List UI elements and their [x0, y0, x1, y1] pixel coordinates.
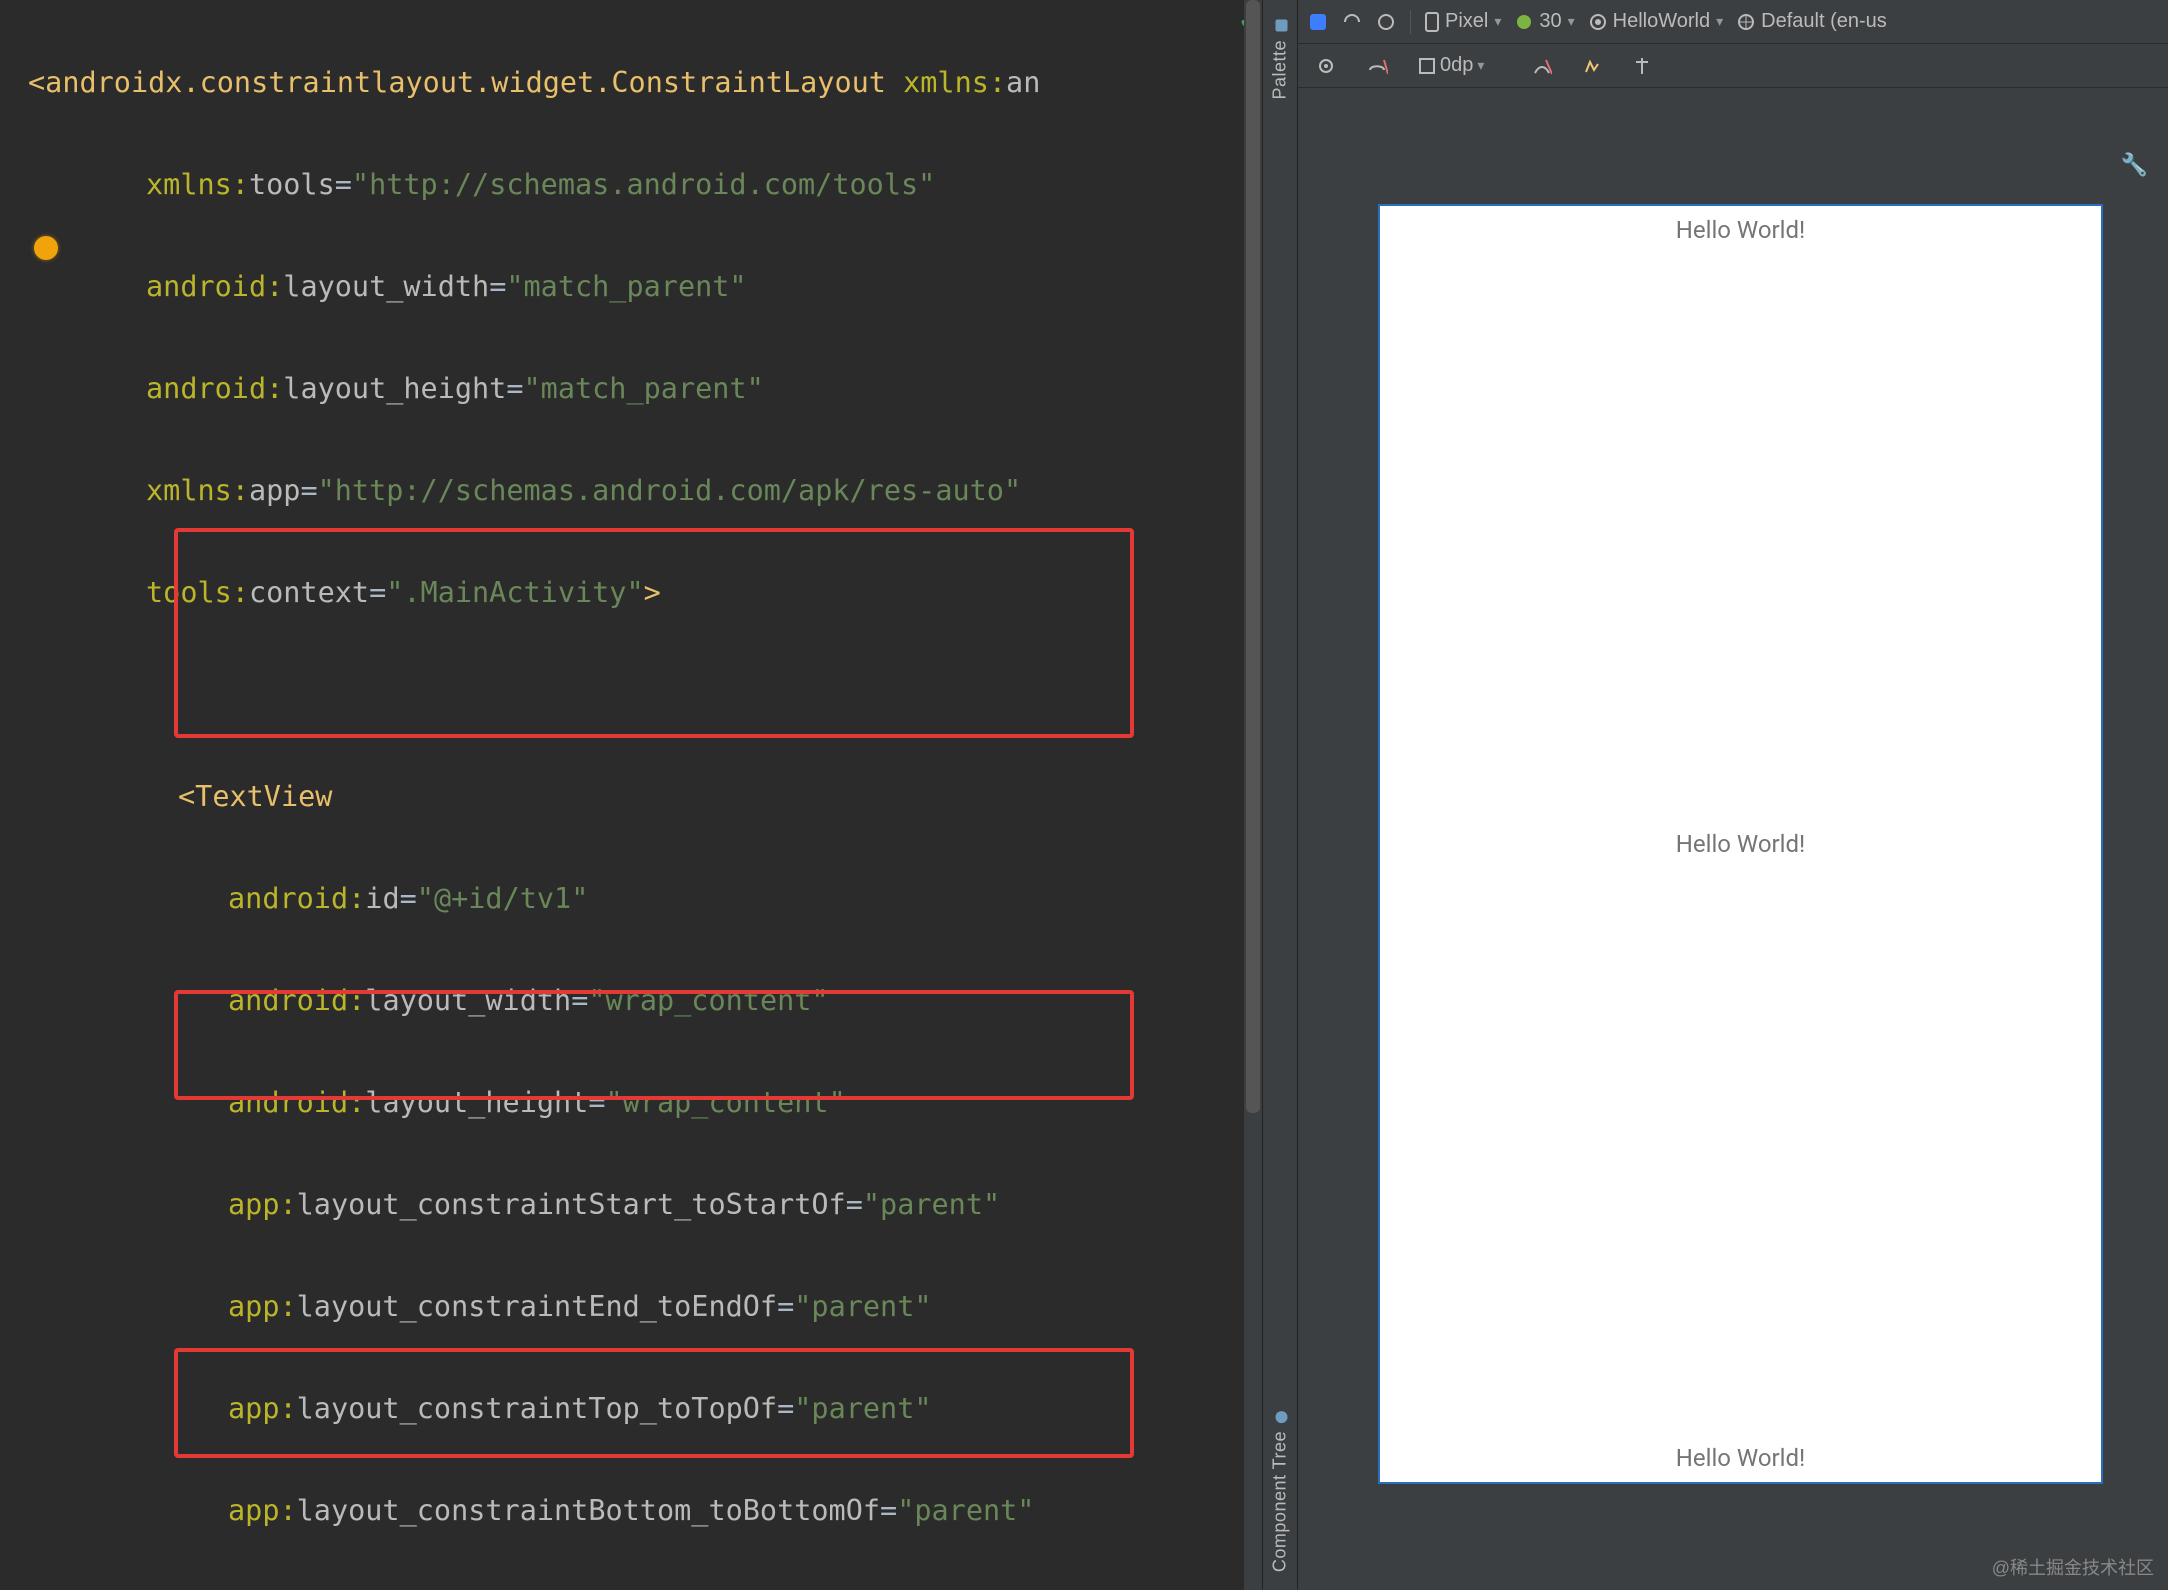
design-canvas[interactable]: 🔧 Hello World! Hello World! Hello World!…: [1298, 88, 2168, 1590]
preview-tv1[interactable]: Hello World!: [1676, 216, 1805, 244]
theme-selector[interactable]: HelloWorld▾: [1589, 10, 1723, 33]
scrollbar-thumb[interactable]: [1246, 0, 1260, 1113]
margin-icon: [1418, 57, 1436, 75]
autoconnect-icon[interactable]: [1360, 54, 1394, 78]
preview-tv3[interactable]: Hello World!: [1676, 1444, 1805, 1472]
api-selector[interactable]: 30▾: [1515, 10, 1574, 33]
android-icon: [1515, 13, 1533, 31]
app-theme-label: HelloWorld: [1613, 10, 1710, 33]
clear-constraints-icon[interactable]: [1526, 54, 1558, 78]
separator: [1410, 10, 1411, 34]
design-toolbar-row2: 0dp▾: [1298, 44, 2168, 88]
xml-editor[interactable]: ✔ <androidx.constraintlayout.widget.Cons…: [0, 0, 1262, 1590]
palette-icon: [1272, 18, 1288, 34]
infer-constraints-icon[interactable]: [1576, 54, 1608, 78]
preview-tv2[interactable]: Hello World!: [1676, 830, 1805, 858]
lightbulb-icon[interactable]: [34, 236, 58, 260]
palette-tab[interactable]: Palette: [1270, 18, 1291, 100]
orientation-icon[interactable]: [1342, 12, 1362, 32]
design-preview-panel: Pixel▾ 30▾ HelloWorld▾ Default (en-us 0d…: [1298, 0, 2168, 1590]
design-toolbar-row1: Pixel▾ 30▾ HelloWorld▾ Default (en-us: [1298, 0, 2168, 44]
editor-scrollbar[interactable]: [1244, 0, 1262, 1590]
api-label: 30: [1539, 10, 1561, 33]
tree-icon: [1272, 1409, 1288, 1425]
wrench-icon[interactable]: 🔧: [2121, 152, 2148, 178]
root-tag: androidx.constraintlayout.widget.Constra…: [45, 66, 886, 99]
device-selector[interactable]: Pixel▾: [1425, 10, 1501, 33]
palette-tab-label: Palette: [1270, 40, 1291, 100]
code-area[interactable]: <androidx.constraintlayout.widget.Constr…: [0, 6, 1262, 1590]
locale-label: Default (en-us: [1761, 10, 1887, 33]
theme-icon: [1589, 13, 1607, 31]
view-options-icon[interactable]: [1310, 54, 1342, 78]
night-mode-icon[interactable]: [1376, 12, 1396, 32]
device-frame[interactable]: Hello World! Hello World! Hello World!: [1378, 204, 2103, 1484]
guidelines-icon[interactable]: [1626, 54, 1658, 78]
tool-window-bar: Palette Component Tree: [1262, 0, 1298, 1590]
component-tree-label: Component Tree: [1270, 1431, 1291, 1572]
phone-icon: [1425, 12, 1439, 32]
watermark: @稀土掘金技术社区: [1992, 1554, 2154, 1580]
default-margin[interactable]: 0dp▾: [1412, 52, 1490, 79]
globe-icon: [1737, 13, 1755, 31]
margin-label: 0dp: [1440, 54, 1473, 77]
textview-tag: TextView: [195, 780, 332, 813]
component-tree-tab[interactable]: Component Tree: [1270, 1409, 1291, 1572]
surface-select-icon[interactable]: [1308, 12, 1328, 32]
device-label: Pixel: [1445, 10, 1488, 33]
locale-selector[interactable]: Default (en-us: [1737, 10, 1887, 33]
